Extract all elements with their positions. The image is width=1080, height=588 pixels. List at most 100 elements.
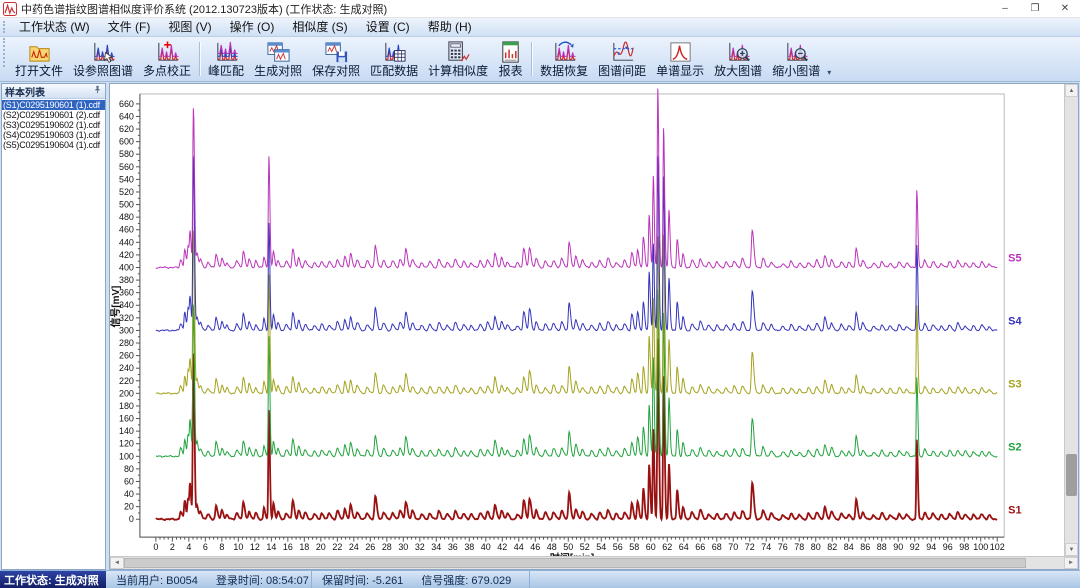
toolbar-overflow-chevron[interactable]: ▾ (827, 68, 831, 77)
svg-text:100: 100 (973, 542, 988, 552)
toolbar-button-label: 放大图谱 (714, 65, 762, 78)
svg-text:8: 8 (219, 542, 224, 552)
menu-item[interactable]: 相似度 (S) (283, 17, 356, 37)
chart-panel: 0204060801001201401601802002202402602803… (109, 83, 1079, 570)
user-session-field: 当前用户: B0054 登录时间: 08:54:07 (106, 571, 312, 588)
svg-text:20: 20 (316, 542, 326, 552)
sample-list: (S1)C0295190601 (1).cdf(S2)C0295190601 (… (2, 99, 105, 569)
toolbar-grip-handle[interactable] (3, 38, 7, 67)
svg-text:2: 2 (170, 542, 175, 552)
svg-text:6: 6 (203, 542, 208, 552)
scroll-up-button[interactable]: ▲ (1065, 84, 1078, 97)
svg-text:420: 420 (119, 250, 134, 260)
toolbar-button-label: 单谱显示 (656, 65, 704, 78)
svg-text:400: 400 (119, 262, 134, 272)
chromatogram-chart[interactable]: 0204060801001201401601802002202402602803… (110, 84, 1064, 556)
save-reference-button[interactable]: 保存对照 (307, 38, 365, 80)
pin-icon[interactable] (93, 85, 102, 97)
svg-text:38: 38 (464, 542, 474, 552)
maximize-button[interactable]: ❐ (1020, 0, 1050, 18)
scroll-down-button[interactable]: ▼ (1065, 543, 1078, 556)
zoom-in-spectra-button[interactable]: 放大图谱 (709, 38, 767, 80)
sample-list-item[interactable]: (S1)C0295190601 (1).cdf (2, 100, 105, 110)
multi-point-correction-button[interactable]: 多点校正 (138, 38, 196, 80)
svg-text:0: 0 (153, 542, 158, 552)
svg-text:86: 86 (860, 542, 870, 552)
svg-text:20: 20 (124, 502, 134, 512)
peak-match-icon (214, 40, 239, 65)
close-button[interactable]: ✕ (1050, 0, 1080, 18)
vertical-scroll-thumb[interactable] (1066, 454, 1077, 496)
toolbar-button-label: 数据恢复 (540, 65, 588, 78)
calc-similarity-button[interactable]: 计算相似度 (423, 38, 493, 80)
data-recovery-button[interactable]: 数据恢复 (535, 38, 593, 80)
horizontal-scroll-track[interactable] (124, 557, 1064, 569)
svg-text:62: 62 (662, 542, 672, 552)
svg-text:480: 480 (119, 212, 134, 222)
scroll-left-button[interactable]: ◄ (110, 557, 124, 569)
svg-text:96: 96 (943, 542, 953, 552)
svg-text:66: 66 (695, 542, 705, 552)
svg-text:60: 60 (124, 476, 134, 486)
svg-text:82: 82 (827, 542, 837, 552)
svg-text:44: 44 (514, 542, 524, 552)
scroll-right-button[interactable]: ► (1064, 557, 1078, 569)
menu-item[interactable]: 帮助 (H) (419, 17, 481, 37)
menu-item[interactable]: 操作 (O) (221, 17, 284, 37)
open-file-button[interactable]: 打开文件 (10, 38, 68, 80)
generate-reference-button[interactable]: 生成对照 (249, 38, 307, 80)
set-reference-button[interactable]: 设参照图谱 (68, 38, 138, 80)
zoom-out-spectra-icon (784, 40, 809, 65)
svg-text:14: 14 (266, 542, 276, 552)
svg-text:500: 500 (119, 200, 134, 210)
sample-list-title: 样本列表 (5, 84, 45, 99)
peak-match-button[interactable]: 峰匹配 (203, 38, 249, 80)
svg-text:16: 16 (283, 542, 293, 552)
menu-item[interactable]: 设置 (C) (357, 17, 419, 37)
svg-text:520: 520 (119, 187, 134, 197)
main-area: 样本列表 (S1)C0295190601 (1).cdf(S2)C0295190… (0, 82, 1080, 570)
toolbar-button-label: 报表 (499, 65, 523, 78)
sample-list-item[interactable]: (S4)C0295190603 (1).cdf (2, 130, 105, 140)
toolbar-separator (199, 42, 200, 76)
spectra-spacing-icon (610, 40, 635, 65)
toolbar-separator (531, 42, 532, 76)
svg-text:40: 40 (481, 542, 491, 552)
work-status-field: 工作状态: 生成对照 (0, 571, 106, 588)
generate-reference-icon (266, 40, 291, 65)
report-button[interactable]: 报表 (493, 38, 528, 80)
horizontal-scroll-thumb[interactable] (124, 558, 1026, 568)
svg-text:S5: S5 (1008, 253, 1021, 265)
horizontal-scrollbar[interactable]: ◄ ► (110, 556, 1078, 569)
sample-list-item[interactable]: (S2)C0295190601 (2).cdf (2, 110, 105, 120)
data-recovery-icon (552, 40, 577, 65)
vertical-scrollbar[interactable]: ▲ ▼ (1064, 84, 1078, 556)
svg-text:70: 70 (728, 542, 738, 552)
svg-text:24: 24 (349, 542, 359, 552)
menubar-grip-handle[interactable] (3, 21, 7, 34)
svg-text:98: 98 (959, 542, 969, 552)
vertical-scroll-track[interactable] (1065, 97, 1078, 543)
svg-text:140: 140 (119, 426, 134, 436)
multi-point-correction-icon (155, 40, 180, 65)
sample-list-item[interactable]: (S5)C0295190604 (1).cdf (2, 140, 105, 150)
menu-item[interactable]: 工作状态 (W) (10, 17, 99, 37)
svg-text:580: 580 (119, 149, 134, 159)
toolbar-button-label: 缩小图谱 (772, 65, 820, 78)
toolbar-button-label: 打开文件 (15, 65, 63, 78)
svg-text:80: 80 (124, 464, 134, 474)
svg-text:640: 640 (119, 111, 134, 121)
minimize-button[interactable]: – (990, 0, 1020, 18)
toolbar-button-label: 生成对照 (254, 65, 302, 78)
single-display-button[interactable]: 单谱显示 (651, 38, 709, 80)
sample-list-item[interactable]: (S3)C0295190602 (1).cdf (2, 120, 105, 130)
statusbar: 工作状态: 生成对照 当前用户: B0054 登录时间: 08:54:07 保留… (0, 570, 1080, 588)
svg-text:90: 90 (893, 542, 903, 552)
match-data-button[interactable]: 匹配数据 (365, 38, 423, 80)
menu-item[interactable]: 视图 (V) (159, 17, 220, 37)
zoom-out-spectra-button[interactable]: 缩小图谱 (767, 38, 825, 80)
menu-item[interactable]: 文件 (F) (99, 17, 160, 37)
svg-text:660: 660 (119, 99, 134, 109)
spectra-spacing-button[interactable]: 图谱间距 (593, 38, 651, 80)
toolbar-button-label: 图谱间距 (598, 65, 646, 78)
